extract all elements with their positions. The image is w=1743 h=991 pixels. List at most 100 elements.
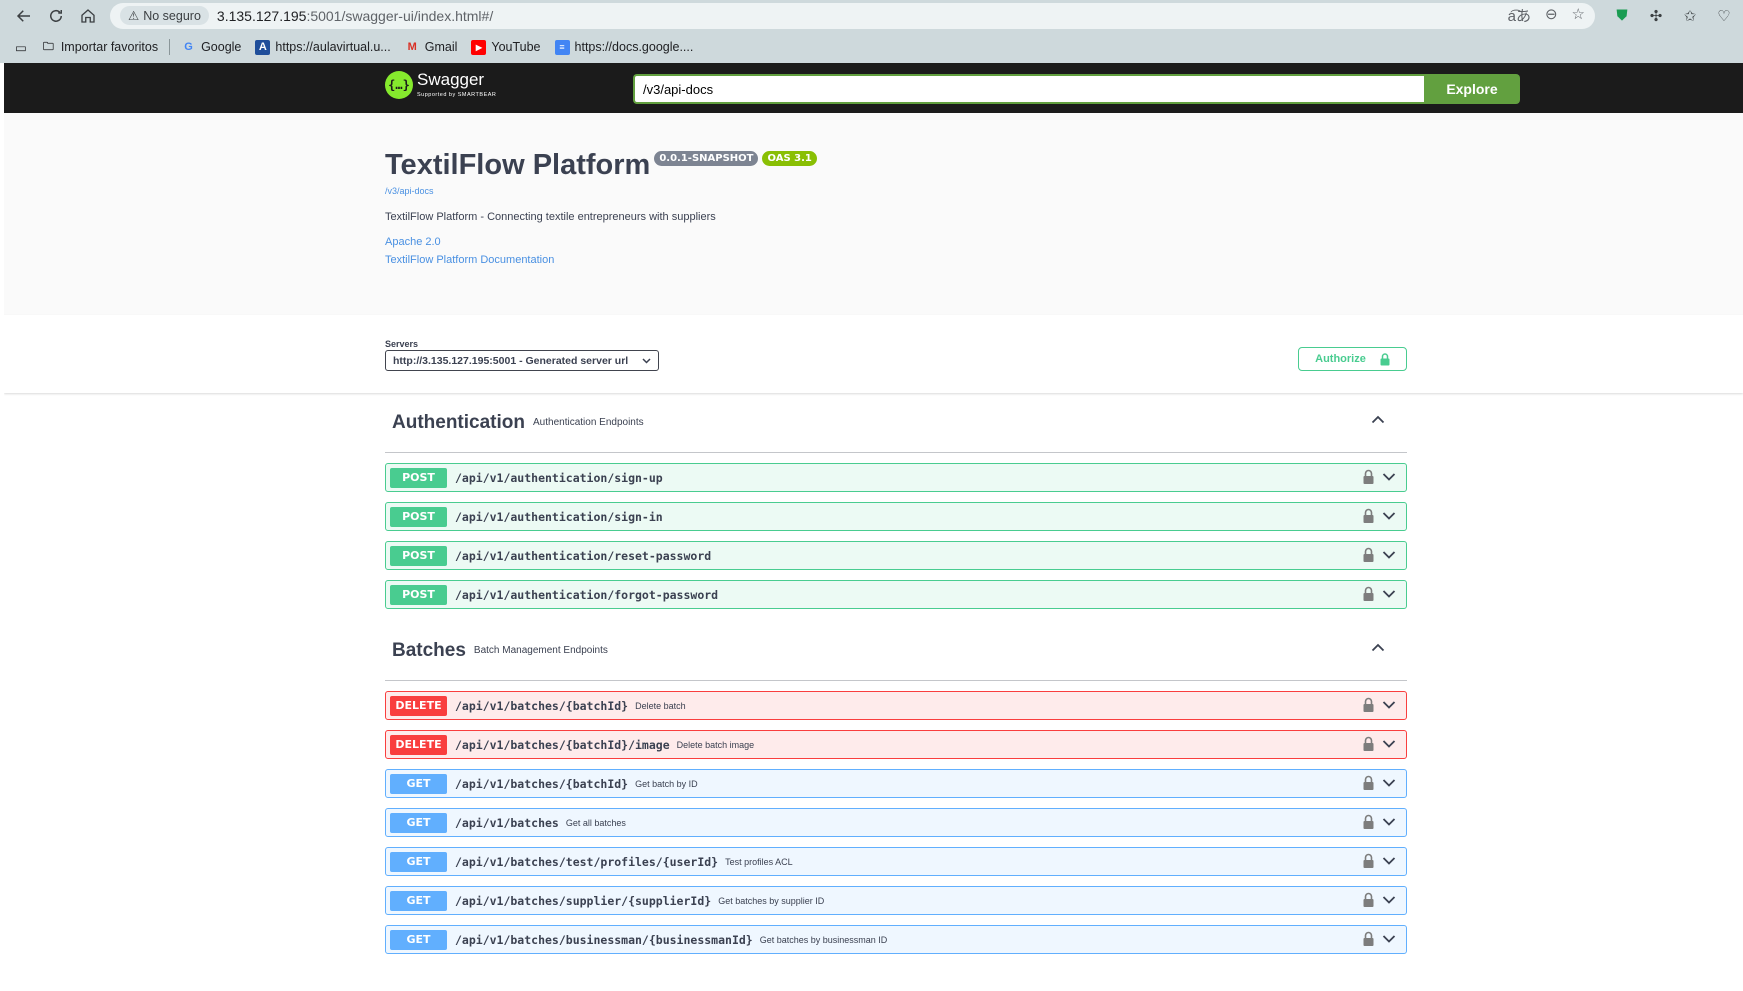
info-section: TextilFlow Platform 0.0.1-SNAPSHOT OAS 3… — [4, 113, 1743, 315]
shield-extension-icon[interactable]: ⛊ — [1611, 5, 1633, 27]
tag-header-authentication[interactable]: Authentication Authentication Endpoints — [385, 393, 1407, 453]
api-description: TextilFlow Platform - Connecting textile… — [385, 211, 716, 223]
documentation-link[interactable]: TextilFlow Platform Documentation — [385, 254, 817, 266]
translate-icon[interactable]: a͡あ — [1508, 5, 1531, 26]
operation-path: /api/v1/batches/{batchId} — [455, 698, 629, 713]
zoom-icon[interactable]: ⊖ — [1545, 5, 1558, 26]
bookmark-importar[interactable]: 🗀 Importar favoritos — [34, 35, 165, 59]
operation-row[interactable]: POST/api/v1/authentication/forgot-passwo… — [385, 580, 1407, 609]
bookmark-label: Gmail — [424, 40, 458, 54]
operation-path: /api/v1/batches/{batchId}/image — [455, 737, 670, 752]
lock-icon[interactable] — [1363, 931, 1374, 947]
google-icon: G — [184, 41, 193, 53]
operation-path: /api/v1/batches/businessman/{businessman… — [455, 932, 753, 947]
operation-row[interactable]: GET/api/v1/batches/test/profiles/{userId… — [385, 847, 1407, 876]
operation-path: /api/v1/authentication/sign-in — [455, 509, 663, 524]
operation-row[interactable]: POST/api/v1/authentication/reset-passwor… — [385, 541, 1407, 570]
operation-row[interactable]: GET/api/v1/batches/supplier/{supplierId}… — [385, 886, 1407, 915]
operation-row[interactable]: POST/api/v1/authentication/sign-up — [385, 463, 1407, 492]
oas-badge: OAS 3.1 — [762, 151, 817, 166]
lock-icon[interactable] — [1363, 508, 1374, 524]
extensions-icon[interactable]: ✣ — [1645, 5, 1667, 27]
docs-icon: ≡ — [554, 39, 570, 55]
gmail-icon: M — [407, 41, 417, 53]
chevron-down-icon — [1382, 590, 1396, 598]
chevron-down-icon — [1382, 512, 1396, 520]
operation-path: /api/v1/authentication/reset-password — [455, 548, 712, 563]
operation-path: /api/v1/batches — [455, 815, 559, 830]
operation-summary: Get batches by businessman ID — [759, 934, 888, 945]
lock-icon[interactable] — [1363, 814, 1374, 830]
operation-row[interactable]: GET/api/v1/batches/businessman/{business… — [385, 925, 1407, 954]
authorize-label: Authorize — [1315, 353, 1366, 365]
reload-icon — [50, 9, 62, 22]
lock-icon[interactable] — [1363, 775, 1374, 791]
operation-row[interactable]: GET/api/v1/batches Get all batches — [385, 808, 1407, 837]
tab-actions-icon[interactable]: ▭ — [8, 35, 34, 59]
authorize-button[interactable]: Authorize — [1298, 347, 1407, 371]
folder-icon: 🗀 — [42, 40, 54, 53]
lock-icon[interactable] — [1363, 586, 1374, 602]
operation-path: /api/v1/batches/test/profiles/{userId} — [455, 854, 719, 869]
tag-header-batches[interactable]: Batches Batch Management Endpoints — [385, 621, 1407, 681]
method-badge: GET — [390, 929, 447, 950]
favorites-icon[interactable]: ✩ — [1679, 5, 1701, 27]
chevron-down-icon — [1382, 818, 1396, 826]
chevron-down-icon — [1382, 701, 1396, 709]
operation-path: /api/v1/batches/supplier/{supplierId} — [455, 893, 712, 908]
bookmark-gmail[interactable]: M Gmail — [398, 35, 465, 59]
operation-row[interactable]: DELETE/api/v1/batches/{batchId}/image Del… — [385, 730, 1407, 759]
bookmark-aulavirtual[interactable]: A https://aulavirtual.u... — [248, 35, 397, 59]
bookmark-youtube[interactable]: ▶ YouTube — [464, 35, 547, 59]
security-indicator[interactable]: ⚠ No seguro — [120, 6, 209, 25]
explore-button[interactable]: Explore — [1424, 74, 1520, 104]
servers-label: Servers — [385, 339, 419, 349]
favorite-star-icon[interactable]: ☆ — [1572, 5, 1585, 26]
home-icon — [81, 8, 95, 23]
bookmark-separator — [169, 39, 171, 55]
lock-icon[interactable] — [1363, 697, 1374, 713]
chevron-up-icon[interactable] — [1371, 643, 1385, 652]
api-docs-link[interactable]: /v3/api-docs — [385, 186, 817, 196]
operation-path: /api/v1/authentication/forgot-password — [455, 587, 719, 602]
version-badge: 0.0.1-SNAPSHOT — [654, 151, 759, 166]
chevron-down-icon — [1382, 896, 1396, 904]
lock-icon[interactable] — [1363, 892, 1374, 908]
method-badge: POST — [390, 506, 447, 527]
chevron-up-icon[interactable] — [1371, 415, 1385, 424]
lock-icon[interactable] — [1363, 736, 1374, 752]
bookmark-label: YouTube — [491, 40, 541, 54]
browser-essentials-icon[interactable]: ♡ — [1713, 5, 1735, 27]
operation-summary: Get batches by supplier ID — [718, 895, 825, 906]
lock-icon[interactable] — [1363, 547, 1374, 563]
method-badge: POST — [390, 467, 447, 488]
reload-button[interactable] — [40, 0, 72, 31]
swagger-logo[interactable]: {…} Swagger Supported by SMARTBEAR — [385, 71, 496, 99]
tag-description: Authentication Endpoints — [533, 417, 644, 428]
address-bar[interactable]: ⚠ No seguro 3.135.127.195:5001/swagger-u… — [110, 2, 1595, 29]
operation-summary: Test profiles ACL — [725, 856, 793, 867]
operation-row[interactable]: POST/api/v1/authentication/sign-in — [385, 502, 1407, 531]
bookmark-google[interactable]: G Google — [174, 35, 248, 59]
lock-icon — [1380, 352, 1390, 365]
warning-icon: ⚠ — [128, 9, 140, 23]
back-button[interactable] — [8, 0, 40, 31]
operation-path: /api/v1/batches/{batchId} — [455, 776, 629, 791]
explore-url-input[interactable] — [633, 74, 1424, 104]
lock-icon[interactable] — [1363, 469, 1374, 485]
swagger-topbar: {…} Swagger Supported by SMARTBEAR Explo… — [4, 63, 1743, 113]
chevron-down-icon — [1382, 857, 1396, 865]
lock-icon[interactable] — [1363, 853, 1374, 869]
bookmark-docs[interactable]: ≡ https://docs.google.... — [548, 35, 701, 59]
servers-select[interactable]: http://3.135.127.195:5001 - Generated se… — [385, 350, 659, 371]
explore-form: Explore — [633, 74, 1520, 104]
license-link[interactable]: Apache 2.0 — [385, 236, 817, 248]
swagger-logo-icon: {…} — [385, 71, 413, 99]
tag-name: Batches — [392, 639, 466, 661]
operation-row[interactable]: GET/api/v1/batches/{batchId} Get batch by… — [385, 769, 1407, 798]
home-button[interactable] — [72, 0, 104, 31]
operation-row[interactable]: DELETE/api/v1/batches/{batchId} Delete ba… — [385, 691, 1407, 720]
method-badge: GET — [390, 773, 447, 794]
method-badge: POST — [390, 545, 447, 566]
chevron-down-icon — [642, 357, 651, 364]
